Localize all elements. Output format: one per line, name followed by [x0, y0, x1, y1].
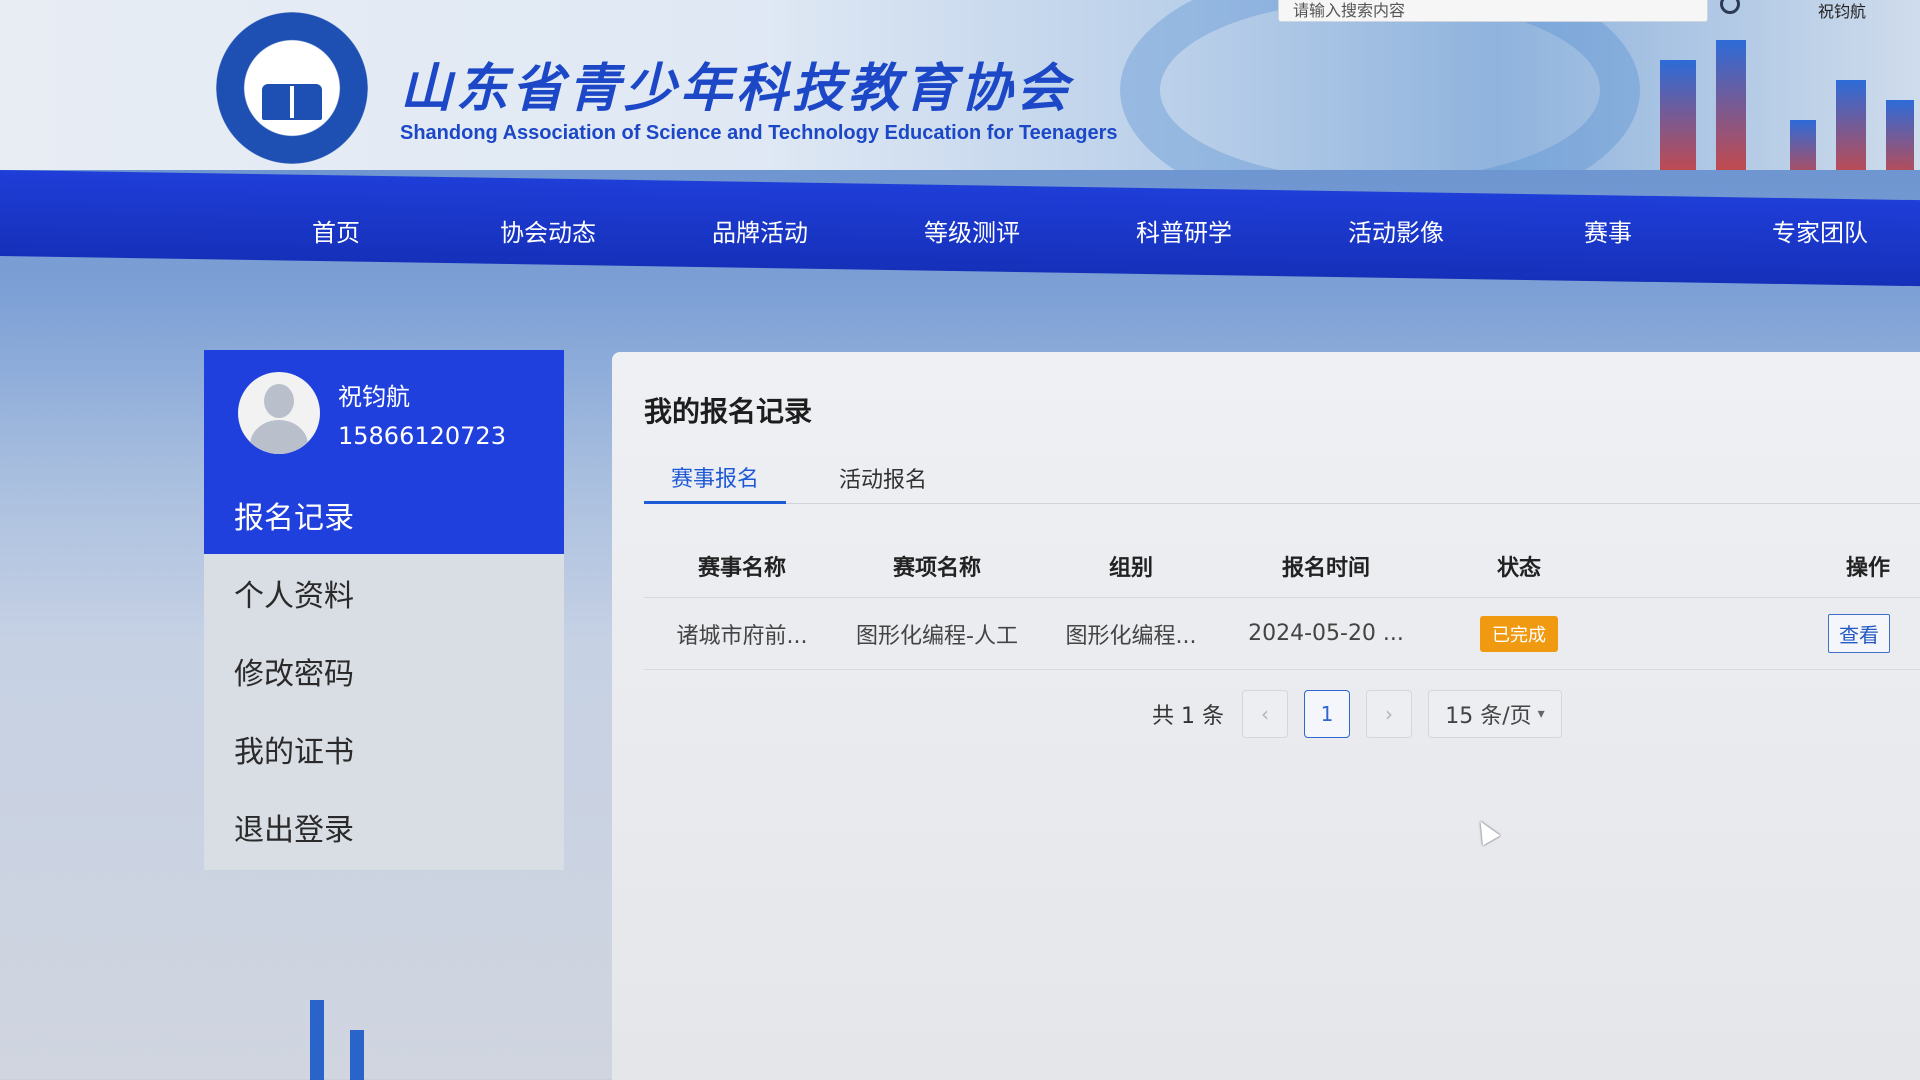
- nav-item-activity-gallery[interactable]: 活动影像: [1290, 187, 1502, 273]
- column-header-item: 赛项名称: [892, 555, 981, 581]
- view-button[interactable]: 查看: [1828, 614, 1890, 653]
- user-sidebar: 祝钧航 15866120723 报名记录 个人资料 修改密码 我的证书 退出登录: [204, 350, 564, 870]
- page-number-button[interactable]: 1: [1303, 690, 1350, 738]
- search-icon[interactable]: [1720, 0, 1740, 14]
- header-decoration: [1120, 0, 1640, 170]
- column-header-event: 赛事名称: [697, 555, 786, 581]
- prev-page-button[interactable]: ‹: [1241, 690, 1288, 738]
- cell-action: 查看: [1614, 614, 1920, 653]
- header-user-name[interactable]: 祝钧航: [1818, 0, 1866, 22]
- book-icon: [262, 84, 322, 120]
- status-badge: 已完成: [1480, 615, 1558, 652]
- column-header-action: 操作: [1845, 555, 1890, 581]
- skyline-tower: [1886, 100, 1914, 170]
- cell-event: 诸城市府前...: [676, 623, 808, 649]
- table-row: 诸城市府前... 图形化编程-人工 图形化编程... 2024-05-20 ..…: [644, 598, 1920, 670]
- sidebar-item-logout[interactable]: 退出登录: [204, 788, 564, 866]
- site-subtitle: Shandong Association of Science and Tech…: [400, 122, 1118, 144]
- column-header-time: 报名时间: [1281, 555, 1370, 581]
- table-header: 赛事名称 赛项名称 组别 报名时间 状态 操作: [644, 534, 1920, 598]
- nav-item-competitions[interactable]: 赛事: [1502, 187, 1714, 273]
- nav-item-science-study[interactable]: 科普研学: [1078, 187, 1290, 273]
- avatar-icon: [238, 372, 320, 454]
- profile-card: 祝钧航 15866120723: [204, 350, 564, 476]
- cell-status: 已完成: [1424, 615, 1614, 652]
- registration-panel: 我的报名记录 赛事报名 活动报名 赛事名称 赛项名称 组别 报名时间 状态 操作…: [612, 352, 1920, 1080]
- cell-item: 图形化编程-人工: [856, 623, 1018, 649]
- building-decoration-icon: [310, 1000, 364, 1080]
- registration-tabs: 赛事报名 活动报名: [644, 452, 1920, 504]
- pagination-total: 共 1 条: [1152, 704, 1224, 729]
- search-input[interactable]: 请输入搜索内容: [1278, 0, 1708, 22]
- column-header-status: 状态: [1496, 555, 1541, 581]
- skyline-tower: [1836, 80, 1866, 170]
- pagination: 共 1 条 ‹ 1 › 15 条/页 ▾: [1152, 690, 1562, 738]
- sidebar-item-profile[interactable]: 个人资料: [204, 554, 564, 632]
- site-header: 山东省青少年科技教育协会 Shandong Association of Sci…: [0, 0, 1920, 170]
- column-header-group: 组别: [1108, 555, 1153, 581]
- skyline-tower: [1716, 40, 1746, 170]
- skyline-tower: [1790, 120, 1816, 170]
- skyline-tower: [1660, 60, 1696, 170]
- page-size-select[interactable]: 15 条/页 ▾: [1427, 690, 1562, 738]
- site-title: 山东省青少年科技教育协会: [400, 59, 1073, 119]
- association-logo-icon[interactable]: [216, 12, 368, 164]
- cell-time: 2024-05-20 ...: [1248, 621, 1404, 646]
- sidebar-item-registration-records[interactable]: 报名记录: [204, 476, 564, 554]
- sidebar-item-change-password[interactable]: 修改密码: [204, 632, 564, 710]
- chevron-down-icon: ▾: [1537, 706, 1545, 722]
- tab-competition-registration[interactable]: 赛事报名: [644, 452, 786, 504]
- tab-activity-registration[interactable]: 活动报名: [812, 452, 954, 504]
- cell-group: 图形化编程...: [1065, 623, 1197, 649]
- profile-name: 祝钧航: [338, 382, 410, 411]
- page-title: 我的报名记录: [644, 395, 813, 428]
- page-size-label: 15 条/页: [1445, 704, 1532, 729]
- registration-table: 赛事名称 赛项名称 组别 报名时间 状态 操作 诸城市府前... 图形化编程-人…: [644, 534, 1920, 670]
- sidebar-item-certificates[interactable]: 我的证书: [204, 710, 564, 788]
- main-nav: 首页 协会动态 品牌活动 等级测评 科普研学 活动影像 赛事 专家团队: [0, 170, 1920, 287]
- profile-phone: 15866120723: [338, 421, 506, 450]
- nav-item-news[interactable]: 协会动态: [442, 187, 654, 273]
- nav-item-brand-activities[interactable]: 品牌活动: [654, 187, 866, 273]
- nav-item-home[interactable]: 首页: [230, 187, 442, 273]
- skyline-illustration: [1600, 30, 1920, 170]
- next-page-button[interactable]: ›: [1365, 690, 1412, 738]
- nav-item-expert-team[interactable]: 专家团队: [1714, 187, 1920, 273]
- nav-item-grade-assessment[interactable]: 等级测评: [866, 187, 1078, 273]
